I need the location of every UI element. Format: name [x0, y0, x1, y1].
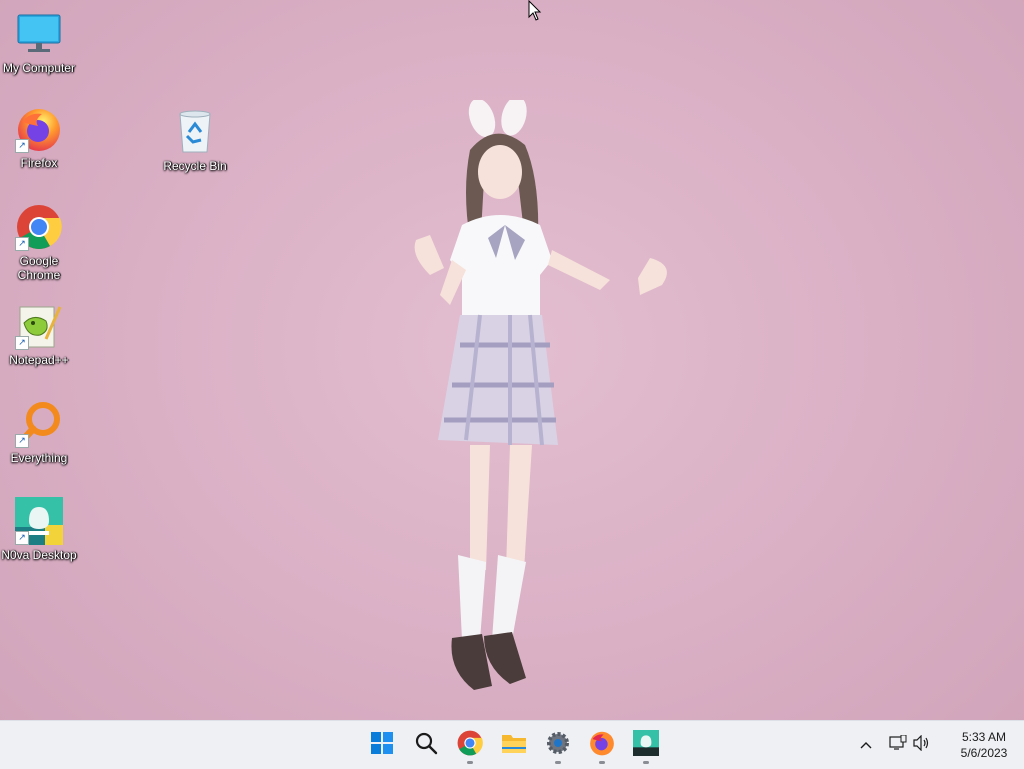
- desktop-icon-label: Recycle Bin: [163, 159, 227, 173]
- desktop-icon-recycle-bin[interactable]: Recycle Bin: [156, 108, 234, 173]
- desktop-icon-nova-desktop[interactable]: ↗ N0va Desktop: [0, 497, 78, 562]
- mouse-cursor-icon: [528, 0, 542, 27]
- notepadpp-icon: ↗: [15, 302, 63, 350]
- chrome-icon: [457, 730, 483, 761]
- nova-desktop-icon: [633, 729, 659, 761]
- shortcut-arrow-icon: ↗: [15, 139, 29, 153]
- recycle-bin-icon: [171, 108, 219, 156]
- windows-start-icon: [370, 731, 394, 760]
- clock-date: 5/6/2023: [960, 746, 1008, 760]
- speaker-volume-icon: [913, 734, 931, 756]
- chevron-up-icon: [860, 736, 872, 754]
- volume-button[interactable]: [910, 721, 934, 769]
- shortcut-arrow-icon: ↗: [15, 336, 29, 350]
- firefox-icon: ↗: [15, 105, 63, 153]
- desktop: My Computer ↗ Firefox ↗ Google Chrome ↗ …: [0, 0, 1024, 720]
- desktop-icon-chrome[interactable]: ↗ Google Chrome: [0, 203, 78, 282]
- firefox-icon: [589, 730, 615, 761]
- everything-icon: ↗: [15, 400, 63, 448]
- taskbar-firefox-button[interactable]: [580, 721, 624, 769]
- running-indicator: [599, 761, 605, 764]
- shortcut-arrow-icon: ↗: [15, 434, 29, 448]
- taskbar-search-button[interactable]: [404, 721, 448, 769]
- desktop-icon-label: Google Chrome: [17, 254, 61, 282]
- chrome-icon: ↗: [15, 203, 63, 251]
- start-button[interactable]: [360, 721, 404, 769]
- desktop-icon-everything[interactable]: ↗ Everything: [0, 400, 78, 465]
- wallpaper-character-image: [400, 96, 690, 700]
- taskbar: 5:33 AM 5/6/2023: [0, 720, 1024, 769]
- shortcut-arrow-icon: ↗: [15, 531, 29, 545]
- search-icon: [414, 731, 438, 760]
- shortcut-arrow-icon: ↗: [15, 237, 29, 251]
- running-indicator: [555, 761, 561, 764]
- desktop-icon-notepadpp[interactable]: ↗ Notepad++: [0, 302, 78, 367]
- running-indicator: [467, 761, 473, 764]
- taskbar-apps: [360, 721, 668, 769]
- desktop-icon-label: Notepad++: [9, 353, 69, 367]
- show-hidden-icons-button[interactable]: [854, 721, 878, 769]
- taskbar-nova-desktop-button[interactable]: [624, 721, 668, 769]
- folder-icon: [501, 732, 527, 759]
- desktop-icon-label: Firefox: [20, 156, 58, 170]
- system-tray: 5:33 AM 5/6/2023: [854, 721, 1024, 769]
- taskbar-file-explorer-button[interactable]: [492, 721, 536, 769]
- settings-gear-icon: [545, 730, 571, 761]
- clock-button[interactable]: 5:33 AM 5/6/2023: [944, 729, 1024, 761]
- desktop-icon-label: N0va Desktop: [1, 548, 77, 562]
- desktop-icon-label: My Computer: [2, 61, 76, 75]
- monitor-icon: [15, 10, 63, 58]
- clock-time: 5:33 AM: [961, 730, 1007, 744]
- running-indicator: [643, 761, 649, 764]
- desktop-icon-label: Everything: [10, 451, 68, 465]
- desktop-icon-my-computer[interactable]: My Computer: [0, 10, 78, 75]
- taskbar-chrome-button[interactable]: [448, 721, 492, 769]
- desktop-icon-firefox[interactable]: ↗ Firefox: [0, 105, 78, 170]
- taskbar-settings-button[interactable]: [536, 721, 580, 769]
- network-button[interactable]: [886, 721, 910, 769]
- network-icon: [889, 734, 907, 756]
- nova-desktop-icon: ↗: [15, 497, 63, 545]
